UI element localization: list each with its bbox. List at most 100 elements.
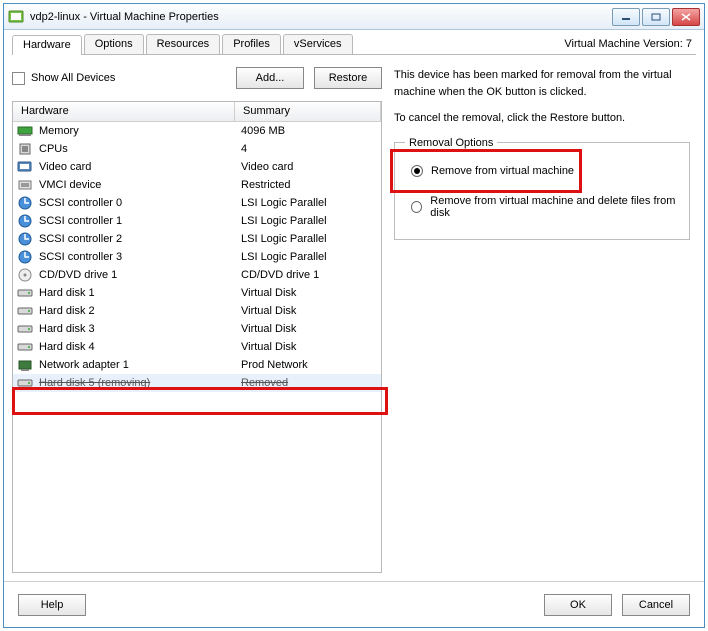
maximize-button[interactable] — [642, 8, 670, 26]
memory-icon — [17, 123, 33, 139]
hardware-row[interactable]: SCSI controller 0 LSI Logic Parallel — [13, 194, 381, 212]
disk-icon — [17, 375, 33, 391]
hardware-summary: LSI Logic Parallel — [235, 251, 381, 263]
show-all-devices-row[interactable]: Show All Devices — [12, 72, 115, 85]
restore-button-label: Restore — [329, 72, 368, 84]
hardware-summary: LSI Logic Parallel — [235, 215, 381, 227]
hardware-name: Hard disk 5 (removing) — [39, 377, 150, 389]
video-icon — [17, 159, 33, 175]
content-area: HardwareOptionsResourcesProfilesvService… — [4, 30, 704, 581]
tab-resources[interactable]: Resources — [146, 34, 221, 54]
tab-options[interactable]: Options — [84, 34, 144, 54]
removal-option-remove-and-delete[interactable]: Remove from virtual machine and delete f… — [411, 195, 679, 219]
tab-vservices[interactable]: vServices — [283, 34, 353, 54]
radio-remove-and-delete-label: Remove from virtual machine and delete f… — [430, 195, 679, 219]
hardware-row[interactable]: SCSI controller 2 LSI Logic Parallel — [13, 230, 381, 248]
hardware-row[interactable]: VMCI deviceRestricted — [13, 176, 381, 194]
hardware-summary: Video card — [235, 161, 381, 173]
radio-remove-only-label: Remove from virtual machine — [431, 165, 574, 177]
hardware-name: Hard disk 4 — [39, 341, 95, 353]
hardware-name: SCSI controller 2 — [39, 233, 122, 245]
restore-button[interactable]: Restore — [314, 67, 382, 89]
minimize-icon — [621, 13, 631, 21]
hardware-rows: Memory4096 MBCPUs4Video cardVideo cardVM… — [13, 122, 381, 392]
tab-hardware[interactable]: Hardware — [12, 35, 82, 55]
hardware-name: CD/DVD drive 1 — [39, 269, 117, 281]
help-button-label: Help — [41, 599, 64, 611]
hardware-summary: 4096 MB — [235, 125, 381, 137]
disk-icon — [17, 321, 33, 337]
vm-version-label: Virtual Machine Version: 7 — [564, 38, 696, 50]
hardware-row[interactable]: CD/DVD drive 1 CD/DVD drive 1 — [13, 266, 381, 284]
col-summary[interactable]: Summary — [235, 102, 381, 121]
tab-profiles[interactable]: Profiles — [222, 34, 281, 54]
hardware-summary: LSI Logic Parallel — [235, 233, 381, 245]
minimize-button[interactable] — [612, 8, 640, 26]
window-title: vdp2-linux - Virtual Machine Properties — [30, 11, 612, 23]
help-button[interactable]: Help — [18, 594, 86, 616]
hardware-row[interactable]: Hard disk 3Virtual Disk — [13, 320, 381, 338]
disk-icon — [17, 285, 33, 301]
hardware-summary: Virtual Disk — [235, 341, 381, 353]
add-button[interactable]: Add... — [236, 67, 304, 89]
hardware-summary: Removed — [235, 377, 381, 389]
ok-button-label: OK — [570, 599, 586, 611]
vmci-icon — [17, 177, 33, 193]
close-icon — [681, 13, 691, 21]
hardware-name: SCSI controller 1 — [39, 215, 122, 227]
removal-option-remove-only[interactable]: Remove from virtual machine — [411, 165, 679, 177]
hardware-name: Memory — [39, 125, 79, 137]
tab-row: HardwareOptionsResourcesProfilesvService… — [12, 34, 696, 55]
hardware-name: Network adapter 1 — [39, 359, 129, 371]
cancel-button[interactable]: Cancel — [622, 594, 690, 616]
hardware-row[interactable]: Network adapter 1 Prod Network — [13, 356, 381, 374]
radio-remove-only[interactable] — [411, 165, 423, 177]
hardware-row[interactable]: Video cardVideo card — [13, 158, 381, 176]
removal-info-1: This device has been marked for removal … — [394, 67, 690, 100]
removal-info-2: To cancel the removal, click the Restore… — [394, 110, 690, 127]
hardware-name: VMCI device — [39, 179, 101, 191]
disk-icon — [17, 339, 33, 355]
hardware-row[interactable]: Hard disk 4 Virtual Disk — [13, 338, 381, 356]
hardware-header: Hardware Summary — [13, 102, 381, 122]
hardware-row[interactable]: Hard disk 1 Virtual Disk — [13, 284, 381, 302]
hardware-row[interactable]: Memory 4096 MB — [13, 122, 381, 140]
titlebar[interactable]: vdp2-linux - Virtual Machine Properties — [4, 4, 704, 30]
cancel-button-label: Cancel — [639, 599, 673, 611]
maximize-icon — [651, 13, 661, 21]
radio-remove-and-delete[interactable] — [411, 201, 422, 213]
hardware-summary: LSI Logic Parallel — [235, 197, 381, 209]
hardware-summary: Virtual Disk — [235, 287, 381, 299]
tabs: HardwareOptionsResourcesProfilesvService… — [12, 34, 355, 54]
body: Show All Devices Add... Restore Hardware… — [12, 55, 696, 573]
scsi-icon — [17, 249, 33, 265]
show-all-devices-checkbox[interactable] — [12, 72, 25, 85]
hardware-row[interactable]: Hard disk 2 Virtual Disk — [13, 302, 381, 320]
left-top-row: Show All Devices Add... Restore — [12, 67, 382, 89]
left-column: Show All Devices Add... Restore Hardware… — [12, 67, 382, 573]
hardware-name: Hard disk 2 — [39, 305, 95, 317]
scsi-icon — [17, 231, 33, 247]
col-hardware[interactable]: Hardware — [13, 102, 235, 121]
hardware-row[interactable]: SCSI controller 1 LSI Logic Parallel — [13, 212, 381, 230]
hardware-row[interactable]: CPUs4 — [13, 140, 381, 158]
hardware-name: Hard disk 1 — [39, 287, 95, 299]
cpu-icon — [17, 141, 33, 157]
right-column: This device has been marked for removal … — [394, 67, 696, 573]
hardware-summary: Virtual Disk — [235, 305, 381, 317]
hardware-name: SCSI controller 0 — [39, 197, 122, 209]
hardware-row[interactable]: SCSI controller 3LSI Logic Parallel — [13, 248, 381, 266]
vm-properties-window: vdp2-linux - Virtual Machine Properties … — [3, 3, 705, 628]
app-icon — [8, 9, 24, 25]
scsi-icon — [17, 195, 33, 211]
hardware-summary: CD/DVD drive 1 — [235, 269, 381, 281]
hardware-summary: Prod Network — [235, 359, 381, 371]
close-button[interactable] — [672, 8, 700, 26]
window-controls — [612, 8, 700, 26]
footer: Help OK Cancel — [4, 581, 704, 627]
hardware-name: Hard disk 3 — [39, 323, 95, 335]
hardware-row[interactable]: Hard disk 5 (removing) Removed — [13, 374, 381, 392]
ok-button[interactable]: OK — [544, 594, 612, 616]
hardware-listbox[interactable]: Hardware Summary Memory4096 MBCPUs4Video… — [12, 101, 382, 573]
add-button-label: Add... — [256, 72, 285, 84]
